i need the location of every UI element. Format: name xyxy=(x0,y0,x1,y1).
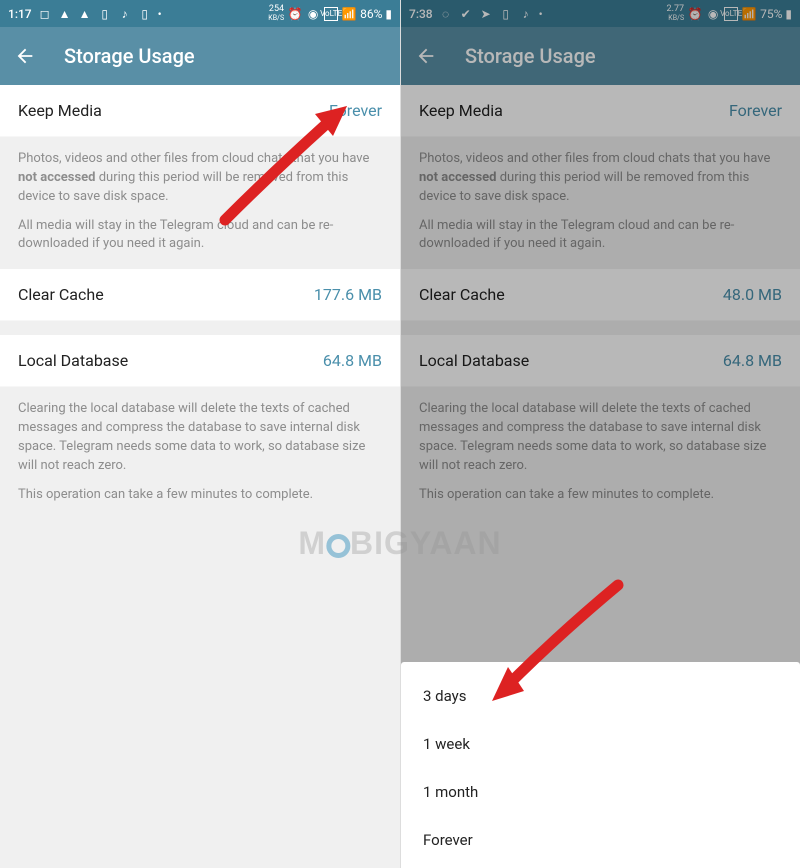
local-database-row[interactable]: Local Database 64.8 MB xyxy=(0,335,400,387)
spacer xyxy=(0,321,400,335)
media-info-block: Photos, videos and other files from clou… xyxy=(0,137,400,269)
status-bar: 7:38 ◌ ✔ ➤ ▯ ♪ • 2.77KB/S ⏰ ◉ VoLTE 📶 75… xyxy=(401,0,800,27)
option-1-month[interactable]: 1 month xyxy=(401,768,800,816)
status-bar: 1:17 ◻ ▲ ▲ ▯ ♪ ▯ • 254KB/S ⏰ ◉ VoLTE 📶 8… xyxy=(0,0,400,27)
instagram-icon: ◻ xyxy=(38,7,52,21)
page-title: Storage Usage xyxy=(64,44,195,68)
music-icon: ♪ xyxy=(118,7,132,21)
media-info-block: Photos, videos and other files from clou… xyxy=(401,137,800,269)
alarm-icon: ⏰ xyxy=(688,7,702,21)
battery-icon: ▯ xyxy=(98,7,112,21)
back-arrow-icon[interactable] xyxy=(415,45,437,67)
clear-cache-value: 177.6 MB xyxy=(314,285,382,304)
local-database-label: Local Database xyxy=(18,351,128,370)
local-database-row[interactable]: Local Database 64.8 MB xyxy=(401,335,800,387)
volte-icon: VoLTE xyxy=(724,7,738,21)
network-speed: 2.77KB/S xyxy=(667,5,685,23)
keep-media-label: Keep Media xyxy=(419,101,503,120)
dots-icon: • xyxy=(539,7,543,21)
sync-icon: ◉ xyxy=(306,7,320,21)
music-icon: ♪ xyxy=(519,7,533,21)
local-database-value: 64.8 MB xyxy=(723,351,782,370)
status-time: 1:17 xyxy=(8,7,32,21)
clear-cache-row[interactable]: Clear Cache 48.0 MB xyxy=(401,269,800,321)
option-3-days[interactable]: 3 days xyxy=(401,672,800,720)
notification-icon: ▲ xyxy=(58,7,72,21)
option-forever[interactable]: Forever xyxy=(401,816,800,864)
check-icon: ✔ xyxy=(459,7,473,21)
clear-cache-label: Clear Cache xyxy=(419,285,505,304)
option-1-week[interactable]: 1 week xyxy=(401,720,800,768)
network-speed: 254KB/S xyxy=(268,5,284,23)
keep-media-row[interactable]: Keep Media Forever xyxy=(401,85,800,137)
keep-media-row[interactable]: Keep Media Forever xyxy=(0,85,400,137)
keep-media-options-sheet: 3 days 1 week 1 month Forever xyxy=(401,662,800,868)
keep-media-value: Forever xyxy=(329,101,382,120)
spacer xyxy=(401,321,800,335)
battery-icon: ▯ xyxy=(138,7,152,21)
signal-icon: 📶 xyxy=(342,7,356,21)
volte-icon: VoLTE xyxy=(324,7,338,21)
local-database-label: Local Database xyxy=(419,351,529,370)
phone-screenshot-right: 7:38 ◌ ✔ ➤ ▯ ♪ • 2.77KB/S ⏰ ◉ VoLTE 📶 75… xyxy=(400,0,800,868)
back-arrow-icon[interactable] xyxy=(14,45,36,67)
battery-icon: ▯ xyxy=(499,7,513,21)
database-info-block: Clearing the local database will delete … xyxy=(0,387,400,519)
app-header: Storage Usage xyxy=(401,27,800,85)
battery-status: 86% ▮ xyxy=(360,7,392,21)
battery-status: 75% ▮ xyxy=(760,7,792,21)
status-time: 7:38 xyxy=(409,7,433,21)
send-icon: ➤ xyxy=(479,7,493,21)
notification-icon: ▲ xyxy=(78,7,92,21)
content-area: Keep Media Forever Photos, videos and ot… xyxy=(0,85,400,868)
local-database-value: 64.8 MB xyxy=(323,351,382,370)
dots-icon: • xyxy=(158,7,162,21)
signal-icon: 📶 xyxy=(742,7,756,21)
alarm-icon: ⏰ xyxy=(288,7,302,21)
clear-cache-label: Clear Cache xyxy=(18,285,104,304)
keep-media-value: Forever xyxy=(729,101,782,120)
whatsapp-icon: ◌ xyxy=(439,7,453,21)
database-info-block: Clearing the local database will delete … xyxy=(401,387,800,519)
app-header: Storage Usage xyxy=(0,27,400,85)
keep-media-label: Keep Media xyxy=(18,101,102,120)
clear-cache-row[interactable]: Clear Cache 177.6 MB xyxy=(0,269,400,321)
clear-cache-value: 48.0 MB xyxy=(723,285,782,304)
page-title: Storage Usage xyxy=(465,44,596,68)
sync-icon: ◉ xyxy=(706,7,720,21)
phone-screenshot-left: 1:17 ◻ ▲ ▲ ▯ ♪ ▯ • 254KB/S ⏰ ◉ VoLTE 📶 8… xyxy=(0,0,400,868)
